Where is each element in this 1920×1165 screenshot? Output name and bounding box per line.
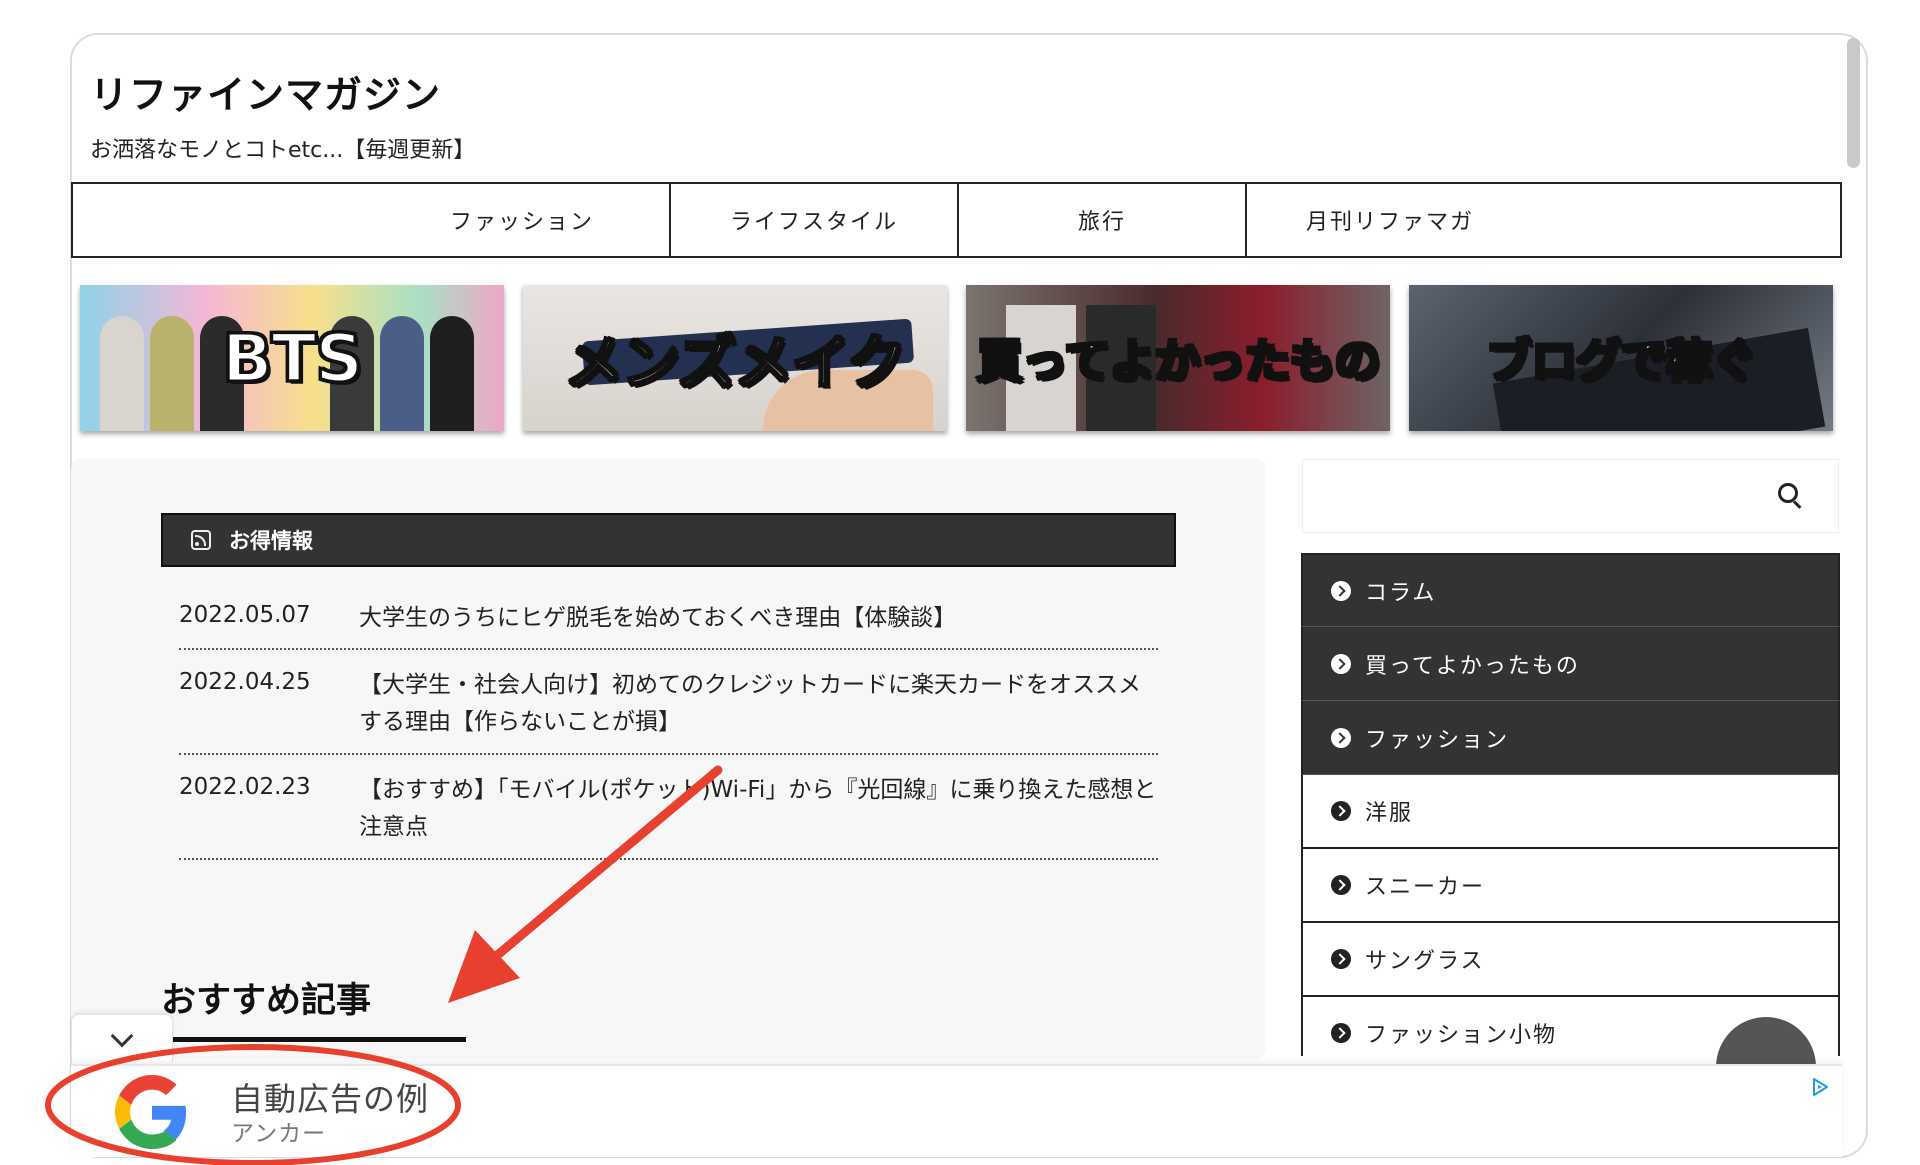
news-item[interactable]: 2022.05.07 大学生のうちにヒゲ脱毛を始めておくべき理由【体験談】	[179, 600, 1158, 650]
category-label: サングラス	[1365, 949, 1485, 974]
category-label: コラム	[1365, 580, 1437, 606]
recommended-title: おすすめ記事	[161, 981, 372, 1021]
arrow-circle-icon	[1331, 1023, 1351, 1043]
search-icon[interactable]	[1772, 478, 1808, 514]
nav-item-fashion[interactable]: ファッション	[73, 184, 669, 256]
site-tagline: お洒落なモノとコトetc...【毎週更新】	[90, 138, 476, 163]
adchoices-icon[interactable]	[1810, 1077, 1830, 1097]
arrow-circle-icon	[1331, 580, 1351, 601]
banner-bts[interactable]: BTS	[80, 285, 504, 431]
category-list: コラム 買ってよかったもの ファッション 洋服 スニーカー サングラス ファッシ…	[1301, 553, 1840, 1056]
nav-item-monthly[interactable]: 月刊リファマガ	[1245, 184, 1533, 256]
news-item[interactable]: 2022.02.23 【おすすめ】「モバイル(ポケット)Wi-Fi」から『光回線…	[179, 772, 1158, 860]
news-title[interactable]: 【おすすめ】「モバイル(ポケット)Wi-Fi」から『光回線』に乗り換えた感想と注…	[359, 772, 1158, 858]
ad-collapse-toggle[interactable]	[71, 1014, 173, 1062]
category-label: ファッション	[1365, 727, 1510, 753]
category-item-sunglasses[interactable]: サングラス	[1301, 923, 1840, 997]
category-label: 買ってよかったもの	[1365, 653, 1580, 679]
category-label: ファッション小物	[1365, 1023, 1558, 1048]
arrow-circle-icon	[1331, 727, 1351, 748]
category-label: 洋服	[1365, 801, 1414, 826]
category-item-fashion[interactable]: ファッション	[1301, 701, 1840, 775]
news-title[interactable]: 大学生のうちにヒゲ脱毛を始めておくべき理由【体験談】	[359, 600, 1158, 648]
ad-subtitle: アンカー	[231, 1121, 327, 1147]
deals-header: お得情報	[161, 513, 1176, 567]
banner-mens-makeup[interactable]: メンズメイク	[523, 285, 947, 431]
recommended-underline	[173, 1037, 466, 1042]
banner-label: BTS	[221, 318, 365, 398]
deals-title: お得情報	[229, 529, 313, 553]
banner-label: ブログで稼ぐ	[1485, 333, 1759, 390]
arrow-circle-icon	[1331, 875, 1351, 895]
category-item-good-buys[interactable]: 買ってよかったもの	[1301, 627, 1840, 701]
news-title[interactable]: 【大学生・社会人向け】初めてのクレジットカードに楽天カードをオススメする理由【作…	[359, 667, 1158, 753]
banner-label: メンズメイク	[564, 328, 908, 399]
category-item-sneakers[interactable]: スニーカー	[1301, 849, 1840, 923]
category-item-column[interactable]: コラム	[1301, 553, 1840, 627]
category-label: スニーカー	[1365, 875, 1486, 900]
banner-label: 買ってよかったもの	[975, 333, 1382, 390]
news-date: 2022.04.25	[179, 669, 311, 695]
nav-item-travel[interactable]: 旅行	[957, 184, 1245, 256]
global-nav: ファッション ライフスタイル 旅行 月刊リファマガ	[71, 182, 1842, 258]
chevron-down-icon	[110, 1024, 134, 1047]
news-item[interactable]: 2022.04.25 【大学生・社会人向け】初めてのクレジットカードに楽天カード…	[179, 667, 1158, 755]
news-date: 2022.02.23	[179, 774, 311, 800]
feature-banners: BTS メンズメイク 買ってよかったもの ブログで稼ぐ	[80, 285, 1833, 431]
google-logo	[115, 1075, 187, 1149]
arrow-circle-icon	[1331, 949, 1351, 969]
banner-blog-earn[interactable]: ブログで稼ぐ	[1409, 285, 1833, 431]
arrow-circle-icon	[1331, 801, 1351, 821]
scrollbar-thumb[interactable]	[1847, 38, 1860, 168]
banner-good-buys[interactable]: 買ってよかったもの	[966, 285, 1390, 431]
rss-icon	[191, 530, 211, 550]
nav-item-lifestyle[interactable]: ライフスタイル	[669, 184, 957, 256]
search-input[interactable]	[1302, 459, 1839, 533]
site-title[interactable]: リファインマガジン	[90, 64, 441, 119]
news-date: 2022.05.07	[179, 602, 311, 628]
category-item-clothes[interactable]: 洋服	[1301, 775, 1840, 849]
arrow-circle-icon	[1331, 653, 1351, 674]
